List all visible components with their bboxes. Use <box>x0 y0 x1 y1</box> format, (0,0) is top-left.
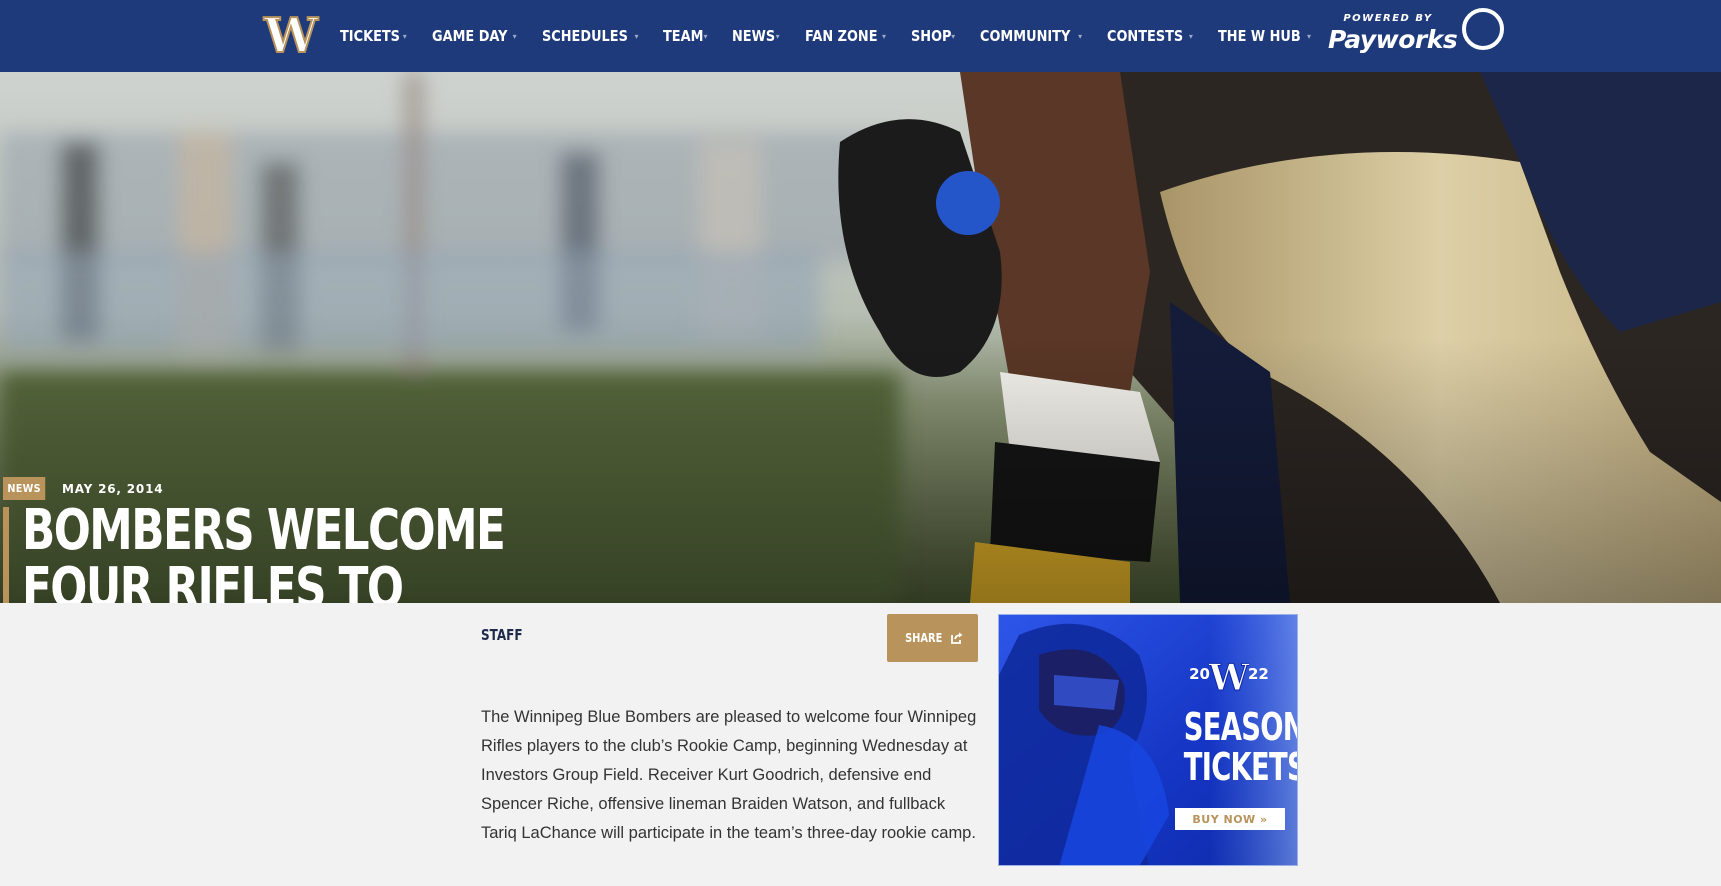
nav-label: GAME DAY <box>431 27 508 45</box>
main-menu: TICKETS ▾ GAME DAY ▾ SCHEDULES ▾ TEAM ▾ NEWS… <box>340 0 1336 72</box>
article-body: The Winnipeg Blue Bombers are pleased to… <box>481 708 977 842</box>
hero-meta: NEWS MAY 26, 2014 <box>3 477 163 500</box>
ad-year-right: 22 <box>1248 665 1269 683</box>
chevron-down-icon: ▾ <box>951 31 956 41</box>
chevron-down-icon: ▾ <box>1078 31 1083 41</box>
nav-label: COMMUNITY <box>980 27 1071 45</box>
season-tickets-ad[interactable]: W 20 22 SEASON TICKETS BUY NOW » <box>998 614 1298 866</box>
nav-label: CONTESTS <box>1107 27 1184 45</box>
nav-item-the-w-hub[interactable]: THE W HUB ▾ <box>1218 27 1311 45</box>
chevron-down-icon: ▾ <box>703 31 708 41</box>
nav-item-team[interactable]: TEAM ▾ <box>663 27 707 45</box>
nav-label: THE W HUB <box>1217 27 1301 45</box>
nav-label: TEAM <box>663 27 704 45</box>
chevron-down-icon: ▾ <box>775 31 780 41</box>
share-button[interactable]: SHARE <box>887 614 978 662</box>
nav-item-game-day[interactable]: GAME DAY ▾ <box>432 27 517 45</box>
chevron-down-icon: ▾ <box>512 31 517 41</box>
sponsor-badge[interactable]: POWERED BY Payworks <box>1328 13 1458 54</box>
nav-label: NEWS <box>732 27 776 45</box>
nav-item-fan-zone[interactable]: FAN ZONE ▾ <box>805 27 886 45</box>
article-title: BOMBERS WELCOME FOUR RIFLES TO ROOKIE CA… <box>22 498 506 604</box>
top-navigation: W TICKETS ▾ GAME DAY ▾ SCHEDULES ▾ TEAM ▾ NE… <box>0 0 1721 72</box>
svg-text:W: W <box>263 12 319 58</box>
search-icon[interactable] <box>1462 8 1504 50</box>
nav-item-news[interactable]: NEWS ▾ <box>732 27 779 45</box>
ad-title-line-1: SEASON <box>1183 705 1298 749</box>
category-tag[interactable]: NEWS <box>3 477 46 500</box>
chevron-down-icon: ▾ <box>402 31 407 41</box>
chevron-down-icon: ▾ <box>1188 31 1193 41</box>
nav-label: SCHEDULES <box>541 27 628 45</box>
share-label: SHARE <box>904 631 943 645</box>
nav-item-community[interactable]: COMMUNITY ▾ <box>980 27 1082 45</box>
buy-now-button[interactable]: BUY NOW » <box>1175 808 1285 830</box>
author-name: STAFF <box>481 626 523 644</box>
ad-year: 20 22 <box>1184 665 1274 683</box>
bombers-logo[interactable]: W <box>262 12 320 58</box>
publish-date: MAY 26, 2014 <box>61 481 164 496</box>
nav-item-tickets[interactable]: TICKETS ▾ <box>340 27 407 45</box>
nav-label: FAN ZONE <box>804 27 878 45</box>
title-accent-bar <box>3 507 9 603</box>
nav-item-schedules[interactable]: SCHEDULES ▾ <box>542 27 639 45</box>
ad-year-left: 20 <box>1189 665 1210 683</box>
nav-label: SHOP <box>911 27 952 45</box>
chevron-down-icon: ▾ <box>1307 31 1312 41</box>
nav-label: TICKETS <box>340 27 400 45</box>
chevron-down-icon: ▾ <box>634 31 639 41</box>
sponsor-name: Payworks <box>1328 25 1458 54</box>
hero-banner: NEWS MAY 26, 2014 BOMBERS WELCOME FOUR R… <box>0 72 1721 603</box>
chevron-down-icon: ▾ <box>882 31 887 41</box>
share-icon <box>951 632 963 644</box>
powered-by-label: POWERED BY <box>1343 13 1433 24</box>
ad-title: SEASON TICKETS <box>1183 705 1298 789</box>
ad-title-line-2: TICKETS <box>1183 745 1298 789</box>
nav-item-shop[interactable]: SHOP ▾ <box>911 27 955 45</box>
nav-item-contests[interactable]: CONTESTS ▾ <box>1107 27 1193 45</box>
